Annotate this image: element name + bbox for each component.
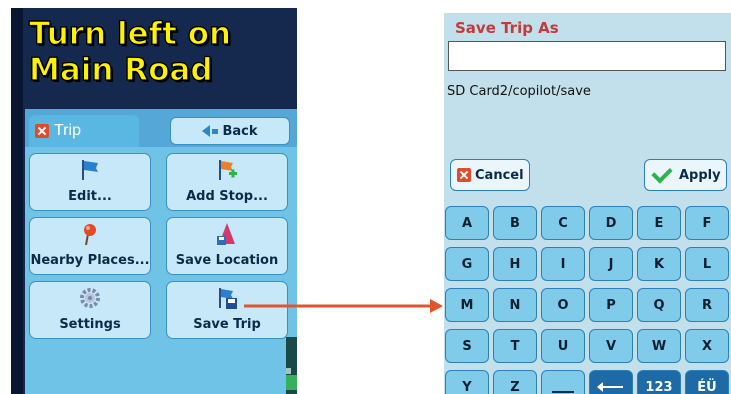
turn-instruction-line-2: Main Road xyxy=(28,51,213,88)
turn-instruction: Turn left on Main Road xyxy=(28,15,297,88)
apply-button[interactable]: Apply xyxy=(644,159,727,191)
key-y[interactable]: Y xyxy=(445,370,489,394)
back-button[interactable]: Back xyxy=(170,117,290,145)
save-trip-icon xyxy=(219,288,237,309)
cancel-button-label: Cancel xyxy=(475,167,524,183)
key-h[interactable]: H xyxy=(493,247,537,281)
nearby-places-button-label: Nearby Places... xyxy=(30,253,150,268)
key-u[interactable]: U xyxy=(541,329,585,363)
add-stop-button-label: Add Stop... xyxy=(186,189,268,204)
key-n[interactable]: N xyxy=(493,288,537,322)
checkmark-icon xyxy=(651,162,673,184)
key-z[interactable]: Z xyxy=(493,370,537,394)
screen-edge xyxy=(11,8,23,394)
key-i[interactable]: I xyxy=(541,247,585,281)
key-k[interactable]: K xyxy=(637,247,681,281)
tab-trip[interactable]: Trip xyxy=(29,115,139,147)
save-location-icon xyxy=(217,223,235,245)
settings-button[interactable]: Settings xyxy=(29,281,151,339)
numeric-mode-key[interactable]: 123 xyxy=(637,370,681,394)
key-s[interactable]: S xyxy=(445,329,489,363)
trip-menu-header: Trip Back xyxy=(25,109,297,147)
key-b[interactable]: B xyxy=(493,206,537,240)
key-w[interactable]: W xyxy=(637,329,681,363)
key-q[interactable]: Q xyxy=(637,288,681,322)
accent-mode-key[interactable]: ÉÜ xyxy=(685,370,729,394)
edit-button[interactable]: Edit... xyxy=(29,153,151,211)
cancel-button[interactable]: Cancel xyxy=(450,159,530,191)
back-button-label: Back xyxy=(222,123,258,139)
key-c[interactable]: C xyxy=(541,206,585,240)
edit-button-label: Edit... xyxy=(68,189,112,204)
back-arrow-tail xyxy=(212,128,219,134)
tab-trip-label: Trip xyxy=(54,122,81,139)
connector-arrow xyxy=(244,299,443,313)
key-x[interactable]: X xyxy=(685,329,729,363)
pin-icon xyxy=(84,224,96,246)
save-trip-button-label: Save Trip xyxy=(193,317,261,332)
space-bar-icon xyxy=(552,391,574,393)
key-r[interactable]: R xyxy=(685,288,729,322)
settings-button-label: Settings xyxy=(59,317,121,332)
map-edge-mark xyxy=(286,368,291,374)
turn-instruction-line-1: Turn left on xyxy=(28,15,232,52)
backspace-arrow-icon xyxy=(597,382,623,392)
save-location-button[interactable]: Save Location xyxy=(166,217,288,275)
key-j[interactable]: J xyxy=(589,247,633,281)
backspace-key[interactable] xyxy=(589,370,633,394)
trip-name-input[interactable] xyxy=(448,41,726,71)
key-t[interactable]: T xyxy=(493,329,537,363)
key-v[interactable]: V xyxy=(589,329,633,363)
add-stop-button[interactable]: Add Stop... xyxy=(166,153,288,211)
close-x-icon xyxy=(35,124,49,138)
key-p[interactable]: P xyxy=(589,288,633,322)
nearby-places-button[interactable]: Nearby Places... xyxy=(29,217,151,275)
key-a[interactable]: A xyxy=(445,206,489,240)
dialog-title: Save Trip As xyxy=(455,19,559,37)
key-l[interactable]: L xyxy=(685,247,729,281)
add-stop-flag-icon xyxy=(219,160,237,180)
cancel-x-icon xyxy=(457,168,471,182)
key-g[interactable]: G xyxy=(445,247,489,281)
map-edge-signal-icon xyxy=(286,375,297,390)
key-m[interactable]: M xyxy=(445,288,489,322)
key-o[interactable]: O xyxy=(541,288,585,322)
nav-screen: Turn left on Main Road Trip Back Edit... xyxy=(11,8,297,394)
save-trip-screen: Save Trip As SD Card2/copilot/save Cance… xyxy=(444,13,731,394)
key-e[interactable]: E xyxy=(637,206,681,240)
space-key[interactable] xyxy=(541,370,585,394)
save-location-button-label: Save Location xyxy=(175,253,279,268)
trip-menu-panel: Trip Back Edit... Add Stop... Nearby Pla… xyxy=(25,109,297,394)
gear-icon xyxy=(80,288,100,308)
key-d[interactable]: D xyxy=(589,206,633,240)
key-f[interactable]: F xyxy=(685,206,729,240)
back-arrow-icon xyxy=(202,125,211,137)
flag-icon xyxy=(82,160,98,180)
apply-button-label: Apply xyxy=(679,167,721,183)
save-path: SD Card2/copilot/save xyxy=(447,84,591,99)
